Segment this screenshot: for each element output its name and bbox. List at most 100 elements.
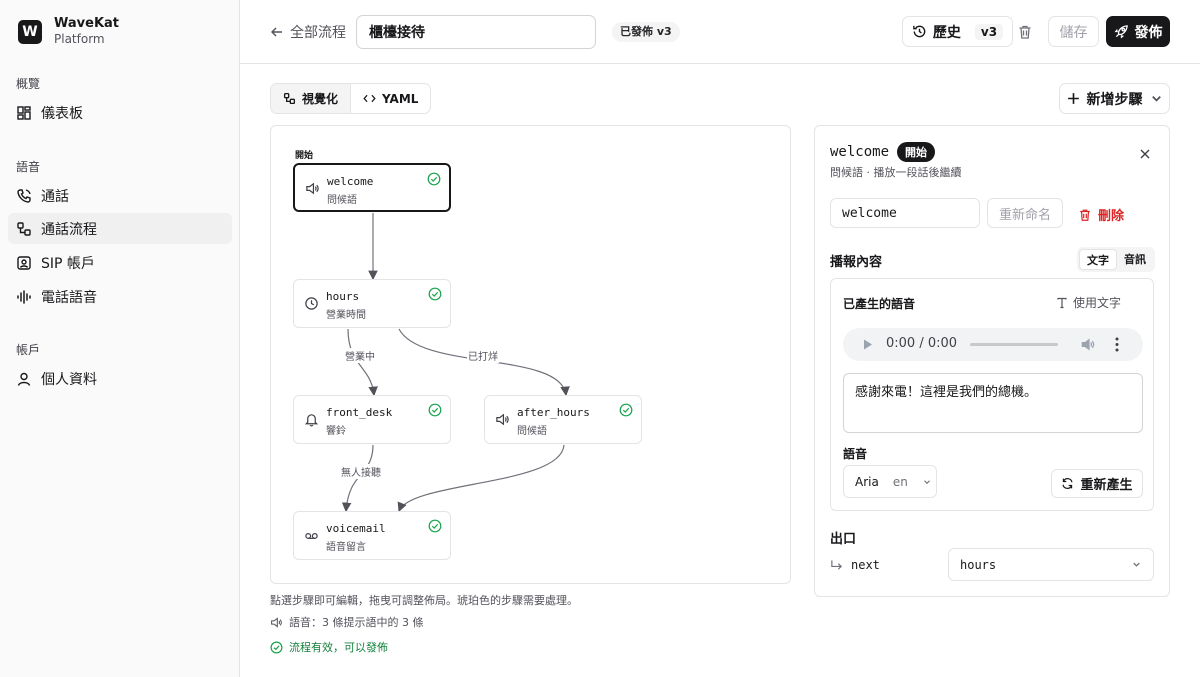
sidebar-item-phone-voice[interactable]: 電話語音	[8, 281, 232, 312]
prompt-textarea[interactable]: 感謝來電！這裡是我們的總機。	[843, 373, 1143, 433]
canvas-hint: 點選步驟即可編輯，拖曳可調整佈局。琥珀色的步驟需要處理。	[270, 594, 578, 607]
sidebar-item-label: 儀表板	[41, 105, 83, 122]
content-mode-toggle: 文字 音訊	[1077, 247, 1155, 272]
history-version-badge: v3	[974, 23, 1004, 40]
chevron-down-icon	[1151, 96, 1161, 102]
voice-language: en	[892, 474, 908, 489]
sidebar-item-dashboard[interactable]: 儀表板	[8, 97, 232, 128]
flow-node-welcome[interactable]: welcome 問候語	[293, 163, 451, 212]
tab-label: 視覺化	[302, 92, 339, 106]
sidebar-item-label: 通話流程	[41, 221, 97, 238]
panel-header: welcome 開始	[830, 142, 936, 162]
back-label: 全部流程	[290, 25, 346, 41]
delete-step-button[interactable]: 刪除	[1078, 205, 1124, 224]
exit-key: next	[851, 558, 880, 572]
mode-text-button[interactable]: 文字	[1079, 249, 1117, 270]
brand-logo: W	[18, 19, 42, 44]
view-switcher: 視覺化 YAML	[270, 83, 432, 114]
close-icon[interactable]	[1139, 148, 1151, 160]
rename-button[interactable]: 重新命名	[987, 198, 1063, 228]
bell-icon	[304, 414, 319, 427]
node-type: 語音留言	[326, 542, 366, 553]
corner-down-right-icon	[831, 559, 842, 570]
regenerate-button[interactable]: 重新產生	[1051, 469, 1143, 498]
node-type: 問候語	[327, 195, 357, 206]
brand[interactable]: W WaveKat Platform	[18, 16, 119, 47]
play-icon[interactable]	[863, 339, 873, 350]
exit-target-select[interactable]: hours	[948, 548, 1154, 581]
validation-text: 流程有效，可以發佈	[289, 641, 388, 654]
flow-icon	[17, 221, 31, 236]
check-circle-icon	[270, 641, 283, 653]
chevron-down-icon	[923, 479, 930, 484]
code-icon	[363, 94, 376, 103]
sidebar-item-sip-accounts[interactable]: SIP 帳戶	[8, 247, 232, 278]
waveform-icon	[17, 289, 31, 304]
step-name-input[interactable]	[830, 198, 980, 228]
more-options-icon[interactable]	[1115, 337, 1119, 352]
sidebar-item-calls[interactable]: 通話	[8, 180, 232, 211]
speaker-icon	[496, 413, 509, 426]
node-type: 響鈴	[326, 426, 346, 437]
flow-node-voicemail[interactable]: voicemail 語音留言	[293, 511, 451, 560]
check-circle-icon	[427, 172, 441, 186]
voice-select[interactable]: Aria en	[843, 465, 937, 498]
start-badge: 開始	[897, 142, 936, 162]
refresh-icon	[1062, 478, 1074, 489]
check-circle-icon	[619, 403, 633, 417]
history-icon	[913, 25, 926, 38]
dashboard-icon	[17, 105, 31, 120]
add-step-button[interactable]: 新增步驟	[1059, 83, 1170, 114]
sidebar-item-call-flows[interactable]: 通話流程	[8, 213, 232, 244]
tab-visual[interactable]: 視覺化	[271, 84, 352, 113]
tab-yaml[interactable]: YAML	[351, 84, 430, 113]
flow-name-input[interactable]	[356, 15, 596, 49]
sidebar: W WaveKat Platform 概覽 儀表板 語音 通話 通話流程 SIP…	[0, 0, 240, 677]
speaker-icon	[271, 616, 282, 628]
add-step-label: 新增步驟	[1086, 91, 1143, 108]
audio-player: 0:00 / 0:00	[843, 328, 1143, 361]
flow-node-front-desk[interactable]: front_desk 響鈴	[293, 395, 451, 444]
save-button[interactable]: 儲存	[1048, 16, 1099, 47]
sidebar-item-label: 通話	[41, 188, 69, 205]
audio-progress[interactable]	[970, 343, 1058, 346]
check-circle-icon	[428, 287, 442, 301]
flow-node-hours[interactable]: hours 營業時間	[293, 279, 451, 328]
delete-flow-button[interactable]	[1017, 24, 1033, 40]
history-button[interactable]: 歷史 v3	[902, 16, 1013, 47]
back-to-all-flows-link[interactable]: 全部流程	[270, 22, 346, 42]
nav-group-voice: 語音	[16, 160, 41, 174]
voice-label: 語音	[843, 447, 868, 461]
volume-icon[interactable]	[1080, 337, 1096, 352]
chevron-down-icon	[1133, 562, 1140, 567]
edge-label: 已打烊	[467, 348, 499, 363]
clock-icon	[305, 297, 318, 310]
voice-coverage-hint: 語音：3 條提示語中的 3 條	[270, 614, 424, 630]
user-icon	[17, 372, 31, 386]
rocket-icon	[1114, 25, 1128, 39]
voice-coverage-text: 語音：3 條提示語中的 3 條	[289, 616, 424, 629]
exit-target-value: hours	[960, 557, 997, 572]
tab-label: YAML	[382, 91, 419, 106]
voicemail-icon	[305, 533, 318, 539]
flow-icon	[283, 92, 296, 105]
exit-row: next	[830, 558, 880, 572]
node-type: 營業時間	[326, 310, 366, 321]
flow-canvas[interactable]: 開始 營業中 已打烊 無人接聽 welcome 問候語 hours 營業時間 f…	[270, 125, 791, 584]
flow-node-after-hours[interactable]: after_hours 問候語	[484, 395, 642, 444]
edge-label: 營業中	[344, 348, 376, 363]
sidebar-item-profile[interactable]: 個人資料	[8, 363, 232, 394]
speaker-icon	[306, 182, 319, 195]
exits-section-title: 出口	[830, 532, 857, 547]
phone-icon	[17, 188, 31, 203]
mode-audio-button[interactable]: 音訊	[1117, 249, 1153, 270]
publish-button[interactable]: 發佈	[1106, 16, 1170, 47]
top-bar: 全部流程 已發佈 v3 歷史 v3 儲存 發佈	[240, 0, 1200, 64]
content-section-title: 播報內容	[830, 255, 883, 270]
node-id: front_desk	[326, 406, 393, 419]
use-text-button[interactable]: 使用文字	[1056, 294, 1121, 311]
brand-subtitle: Platform	[54, 32, 105, 46]
voice-name: Aria	[855, 474, 879, 489]
node-id: hours	[326, 290, 360, 303]
sidebar-item-label: 個人資料	[41, 371, 97, 388]
